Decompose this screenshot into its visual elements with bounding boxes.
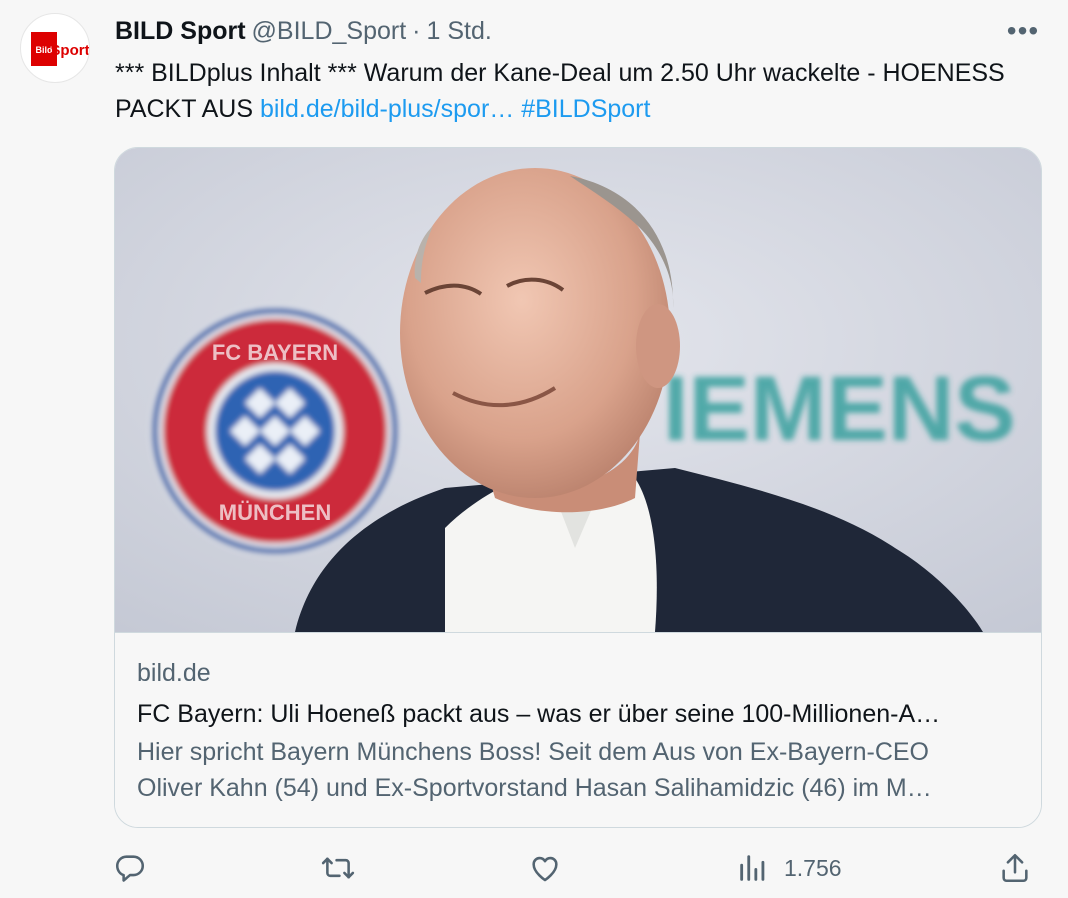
handle[interactable]: @BILD_Sport: [252, 17, 407, 46]
share-button[interactable]: [998, 846, 1032, 890]
views-icon: [740, 855, 765, 881]
link-card[interactable]: FC BAYERN MÜNCHEN IEMENS bild.de FC Baye…: [114, 147, 1042, 828]
timestamp[interactable]: 1 Std.: [427, 17, 492, 46]
like-icon: [532, 856, 558, 882]
more-options-icon[interactable]: •••: [1006, 17, 1040, 45]
svg-text:Sport: Sport: [50, 42, 89, 59]
tweet-header: BILD Sport @BILD_Sport · 1 Std.: [115, 14, 492, 48]
action-bar: 1.756: [0, 846, 1068, 890]
card-meta[interactable]: bild.de FC Bayern: Uli Hoeneß packt aus …: [115, 632, 1041, 827]
card-image[interactable]: FC BAYERN MÜNCHEN IEMENS: [115, 148, 1041, 632]
card-description-line-1: Hier spricht Bayern Münchens Boss! Seit …: [137, 738, 929, 766]
bild-sport-logo: Bild Sport: [31, 32, 89, 66]
reply-button[interactable]: [113, 846, 147, 890]
reply-icon: [115, 855, 145, 882]
display-name[interactable]: BILD Sport: [115, 17, 246, 46]
hashtag[interactable]: #BILDSport: [521, 95, 650, 123]
card-description-line-2: Oliver Kahn (54) und Ex-Sportvorstand Ha…: [137, 774, 932, 802]
views-count: 1.756: [784, 854, 842, 881]
like-button[interactable]: [528, 846, 562, 890]
card-title[interactable]: FC Bayern: Uli Hoeneß packt aus – was er…: [137, 696, 1017, 732]
views-button[interactable]: 1.756: [736, 846, 842, 890]
tweet-text: *** BILDplus Inhalt *** Warum der Kane-D…: [115, 55, 1015, 127]
avatar[interactable]: Bild Sport: [20, 13, 90, 83]
sponsor-text: IEMENS: [663, 358, 1016, 460]
card-domain: bild.de: [137, 659, 211, 687]
tweet[interactable]: Bild Sport BILD Sport @BILD_Sport · 1 St…: [0, 0, 1068, 898]
share-icon: [1002, 853, 1028, 883]
logo-text-bottom: MÜNCHEN: [219, 500, 331, 525]
tweet-link[interactable]: bild.de/bild-plus/spor…: [260, 95, 514, 123]
logo-text-top: FC BAYERN: [212, 340, 338, 365]
separator-dot: ·: [412, 16, 421, 45]
card-description: Hier spricht Bayern Münchens Boss! Seit …: [137, 734, 1017, 806]
article-photo: FC BAYERN MÜNCHEN IEMENS: [115, 148, 1041, 632]
retweet-button[interactable]: [320, 846, 356, 890]
retweet-icon: [321, 857, 355, 879]
